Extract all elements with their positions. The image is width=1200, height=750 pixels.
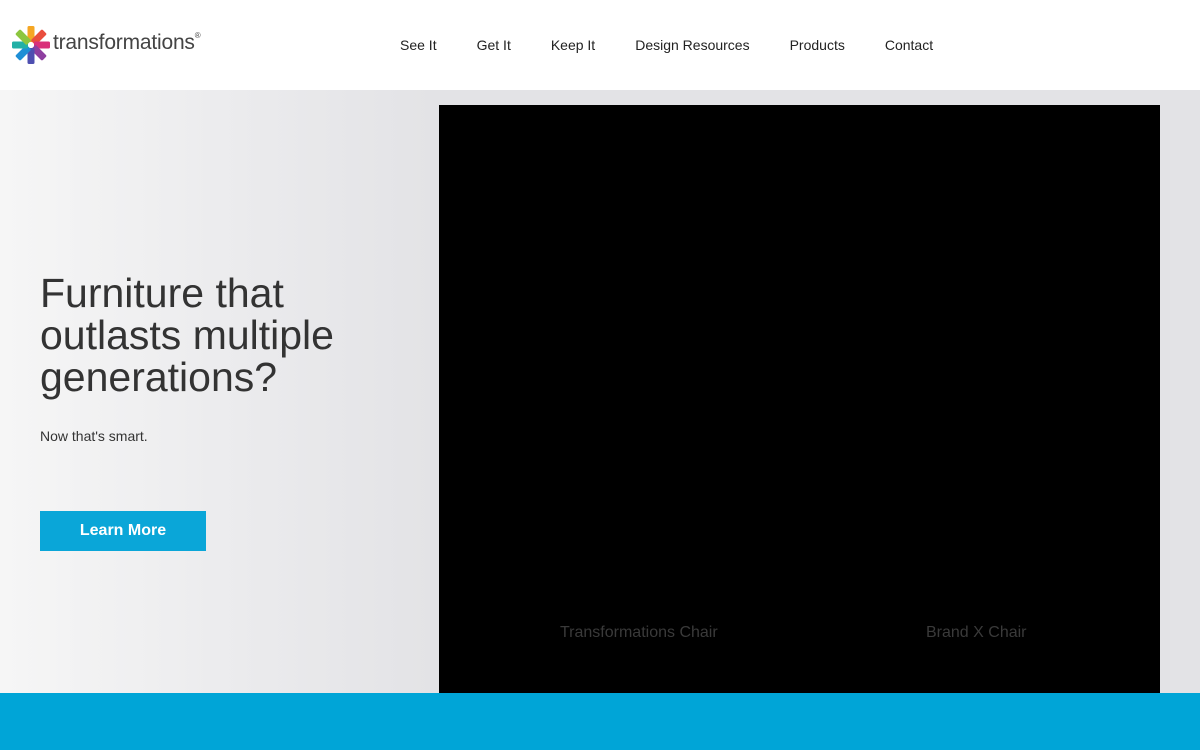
comparison-video[interactable]: Transformations Chair Brand X Chair bbox=[439, 105, 1160, 693]
nav-get-it[interactable]: Get It bbox=[457, 37, 531, 53]
hero-title: Furniture that outlasts multiple generat… bbox=[40, 270, 334, 400]
nav-contact[interactable]: Contact bbox=[865, 37, 953, 53]
nav-keep-it[interactable]: Keep It bbox=[531, 37, 615, 53]
main-nav: See It Get It Keep It Design Resources P… bbox=[380, 0, 953, 90]
colorful-pinwheel-icon bbox=[11, 25, 51, 65]
hero-subtitle: Now that's smart. bbox=[40, 428, 148, 444]
site-header: transformations ® See It Get It Keep It … bbox=[0, 0, 1200, 90]
logo-wordmark: transformations bbox=[53, 31, 195, 54]
hero-section: Furniture that outlasts multiple generat… bbox=[0, 90, 1200, 693]
site-logo[interactable]: transformations ® bbox=[11, 24, 201, 66]
nav-design-resources[interactable]: Design Resources bbox=[615, 37, 769, 53]
caption-brand-x-chair: Brand X Chair bbox=[926, 624, 1027, 641]
footer-band bbox=[0, 693, 1200, 750]
registered-mark: ® bbox=[194, 30, 201, 40]
nav-products[interactable]: Products bbox=[770, 37, 865, 53]
nav-see-it[interactable]: See It bbox=[380, 37, 457, 53]
caption-transformations-chair: Transformations Chair bbox=[560, 624, 718, 641]
learn-more-button[interactable]: Learn More bbox=[40, 511, 206, 551]
